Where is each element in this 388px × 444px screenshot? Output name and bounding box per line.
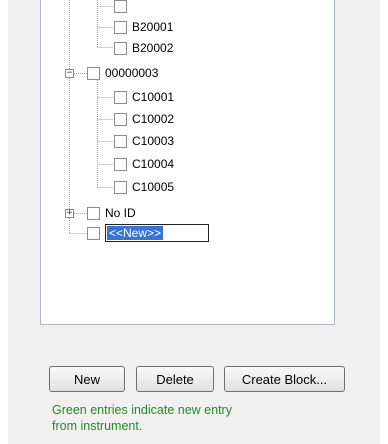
tree-item-checkbox[interactable] [87, 206, 100, 220]
tree-item-label: No ID [105, 206, 136, 220]
delete-button[interactable]: Delete [136, 366, 214, 392]
new-button[interactable]: New [49, 366, 125, 392]
tree-item-checkbox[interactable] [114, 41, 127, 55]
tree-item-c10004[interactable]: C10004 [114, 154, 174, 174]
tree-item-label: C10001 [132, 90, 175, 104]
tree-item-label: B20002 [132, 41, 174, 55]
collapse-minus-icon[interactable]: − [65, 69, 74, 78]
expand-plus-icon[interactable]: + [65, 209, 74, 218]
tree-item-c10002[interactable]: C10002 [114, 109, 174, 129]
rename-field-selected-text: <<New>> [107, 226, 164, 240]
tree-item-label: C10002 [132, 112, 175, 126]
tree-item-label: C10005 [132, 180, 175, 194]
tree-item-label: C10003 [132, 134, 175, 148]
tree-item-c10003[interactable]: C10003 [114, 131, 174, 151]
tree-item-checkbox[interactable] [87, 226, 100, 240]
rename-field[interactable]: <<New>> [105, 224, 209, 242]
tree-item-checkbox[interactable] [114, 134, 127, 148]
tree-item-label: 00000003 [105, 66, 159, 80]
tree-connector-lines [69, 0, 113, 234]
tree-item-checkbox[interactable] [114, 20, 127, 34]
tree-item-checkbox[interactable] [114, 0, 127, 13]
tree-item-partial[interactable] [114, 0, 132, 16]
tree-item-checkbox[interactable] [114, 180, 127, 194]
tree-item-checkbox[interactable] [114, 90, 127, 104]
sample-tree[interactable]: B20001 B20002 − 00000003 C10001 C10002 C… [40, 0, 335, 325]
tree-item-b20001[interactable]: B20001 [114, 17, 173, 37]
tree-item-c10005[interactable]: C10005 [114, 177, 174, 197]
tree-item-label: C10004 [132, 157, 175, 171]
tree-item-b20002[interactable]: B20002 [114, 38, 173, 58]
tree-item-new[interactable]: <<New>> [87, 223, 209, 243]
green-entries-hint: Green entries indicate new entry from in… [52, 402, 332, 434]
tree-item-checkbox[interactable] [114, 157, 127, 171]
hint-line-1: Green entries indicate new entry [52, 403, 232, 417]
tree-item-no-id[interactable]: No ID [87, 203, 136, 223]
tree-item-checkbox[interactable] [114, 112, 127, 126]
tree-item-label: B20001 [132, 20, 174, 34]
tree-item-c10001[interactable]: C10001 [114, 87, 174, 107]
tree-item-00000003[interactable]: 00000003 [87, 63, 158, 83]
tree-item-checkbox[interactable] [87, 66, 100, 80]
hint-line-2: from instrument. [52, 419, 143, 433]
create-block-button[interactable]: Create Block... [224, 366, 345, 392]
